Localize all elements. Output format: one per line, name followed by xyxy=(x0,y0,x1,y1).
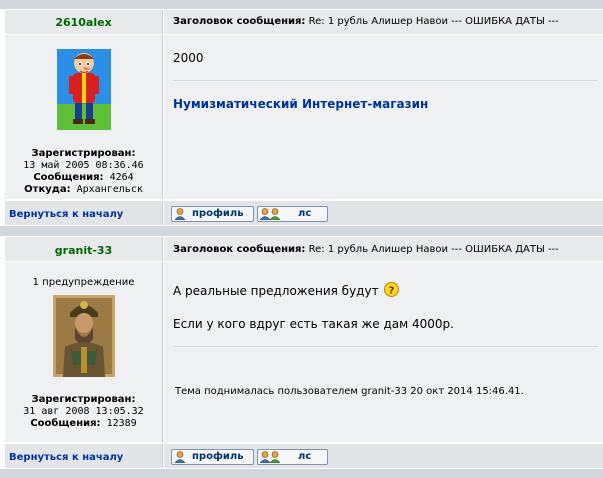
post2-profile-label: профиль xyxy=(192,451,244,462)
post1-username[interactable]: 2610alex xyxy=(5,16,162,29)
post1-subject-header: Заголовок сообщения: Re: 1 рубль Алишер … xyxy=(164,10,603,34)
post1-author-header: 2610alex xyxy=(5,10,163,34)
post1-registered-value: 13 май 2005 08:36.46 xyxy=(23,160,144,171)
post-separator xyxy=(0,226,603,236)
post1-text: 2000 xyxy=(173,51,204,65)
question-smiley-icon: ? xyxy=(384,282,400,300)
post1-signature-link[interactable]: Нумизматический Интернет-магазин xyxy=(173,97,428,111)
post1-footer-right: профиль лс xyxy=(164,201,603,225)
private-message-users-icon xyxy=(259,208,284,225)
post1-location: Откуда: Архангельск xyxy=(24,184,143,195)
post2-text-line1-content: А реальные предложения будут xyxy=(173,284,379,298)
post2-avatar[interactable] xyxy=(53,295,115,377)
svg-text:?: ? xyxy=(389,286,395,297)
post2-bump-note: Тема поднималась пользователем granit-33… xyxy=(175,386,524,397)
post1-footer-left: Вернуться к началу xyxy=(5,201,163,225)
post2-username[interactable]: granit-33 xyxy=(5,244,162,257)
post2-warning: 1 предупреждение xyxy=(32,277,135,288)
post2-footer-right: профиль лс xyxy=(164,444,603,468)
icon-portrait-avatar-icon xyxy=(53,295,115,377)
post1-post-count: Сообщения: 4264 xyxy=(33,172,134,183)
post2-pm-label: лс xyxy=(298,451,312,462)
private-message-users-icon xyxy=(259,451,284,468)
post1-author-panel: Зарегистрирован: 13 май 2005 08:36.46 Со… xyxy=(5,35,163,199)
post1-profile-button[interactable]: профиль xyxy=(171,206,254,222)
post2-registered-label: Зарегистрирован: xyxy=(31,394,136,405)
post2-subject-header: Заголовок сообщения: Re: 1 рубль Алишер … xyxy=(164,237,603,261)
post2-registered-value: 31 авг 2008 13:05.32 xyxy=(23,406,144,417)
post2-text-line2: Если у кого вдруг есть такая же дам 4000… xyxy=(173,317,454,331)
post1-subject-label: Заголовок сообщения: xyxy=(173,16,306,27)
post2-text-line1: А реальные предложения будут ? xyxy=(173,282,400,300)
post2-subject: Заголовок сообщения: Re: 1 рубль Алишер … xyxy=(173,244,559,255)
post1-subject-text: Re: 1 рубль Алишер Навои --- ОШИБКА ДАТЫ… xyxy=(308,16,559,27)
post2-profile-button[interactable]: профиль xyxy=(171,449,254,465)
post1-signature-divider xyxy=(173,80,598,81)
post1-back-to-top-link[interactable]: Вернуться к началу xyxy=(9,209,123,220)
post2-back-to-top-link[interactable]: Вернуться к началу xyxy=(9,452,123,463)
post2-author-panel: 1 предупреждение Зарегистрирован: 31 авг… xyxy=(5,262,163,442)
post1-registered-label: Зарегистрирован: xyxy=(31,148,136,159)
post2-post-count: Сообщения: 12389 xyxy=(30,418,137,429)
post2-subject-label: Заголовок сообщения: xyxy=(173,244,306,255)
post2-author-header: granit-33 xyxy=(5,237,163,261)
post1-profile-label: профиль xyxy=(192,208,244,219)
post1-body: 2000 Нумизматический Интернет-магазин xyxy=(164,35,603,199)
top-separator xyxy=(0,0,603,9)
post2-divider xyxy=(173,346,598,347)
cartoon-boy-avatar-icon xyxy=(57,49,111,130)
forum-thread: 2610alex Заголовок сообщения: Re: 1 рубл… xyxy=(0,0,603,478)
profile-user-icon xyxy=(174,451,188,468)
post1-subject: Заголовок сообщения: Re: 1 рубль Алишер … xyxy=(173,16,559,27)
post1-pm-button[interactable]: лс xyxy=(257,206,328,222)
post2-footer-left: Вернуться к началу xyxy=(5,444,163,468)
post2-subject-text: Re: 1 рубль Алишер Навои --- ОШИБКА ДАТЫ… xyxy=(308,244,559,255)
post2-body: А реальные предложения будут ? Если у ко… xyxy=(164,262,603,442)
bottom-separator xyxy=(0,469,603,478)
post1-pm-label: лс xyxy=(298,208,312,219)
post2-pm-button[interactable]: лс xyxy=(257,449,328,465)
post1-avatar[interactable] xyxy=(57,49,111,130)
profile-user-icon xyxy=(174,208,188,225)
